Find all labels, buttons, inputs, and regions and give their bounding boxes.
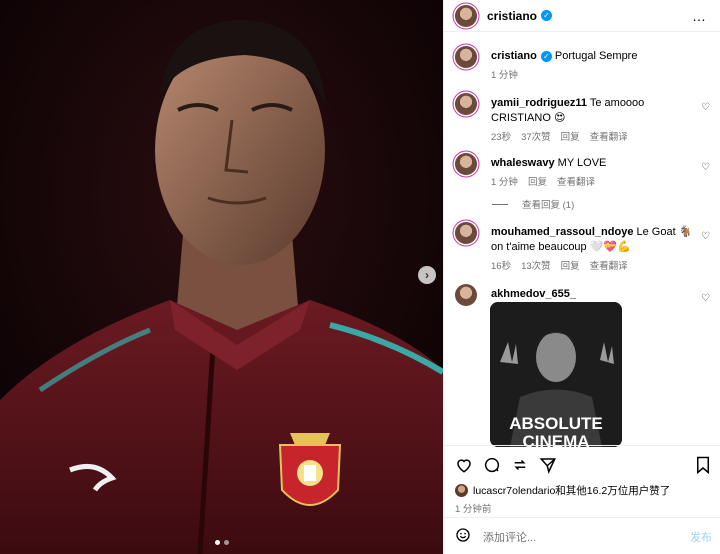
- caption-text: Portugal Sempre: [554, 50, 638, 62]
- like-comment-icon[interactable]: ♡: [701, 293, 710, 304]
- carousel-dot-active: [214, 540, 220, 545]
- more-options-icon[interactable]: …: [692, 8, 707, 24]
- comment-time: 16秒: [491, 261, 512, 272]
- bookmark-icon[interactable]: [695, 456, 711, 477]
- comment-time: 23秒: [491, 132, 512, 143]
- like-comment-icon[interactable]: ♡: [701, 102, 710, 113]
- post-media: ›: [0, 0, 443, 554]
- commenter-avatar[interactable]: [455, 284, 477, 306]
- commenter-avatar[interactable]: [455, 222, 477, 244]
- author-avatar[interactable]: [455, 4, 477, 27]
- commenter-username[interactable]: yamii_rodriguez11: [491, 97, 587, 109]
- carousel-dots: [0, 540, 443, 545]
- like-comment-icon[interactable]: ♡: [701, 162, 710, 173]
- commenter-username[interactable]: mouhamed_rassoul_ndoye: [491, 226, 633, 238]
- translate-button[interactable]: 查看翻译: [590, 259, 628, 274]
- comment-image[interactable]: ABSOLUTE CINEMA: [490, 302, 622, 447]
- post-time: 1 分钟前: [455, 504, 492, 515]
- like-icon[interactable]: [455, 456, 473, 474]
- reply-button[interactable]: 回复: [528, 175, 547, 190]
- verified-badge-icon: ✓: [541, 10, 553, 21]
- reply-button[interactable]: 回复: [561, 130, 580, 145]
- poster-text-absolute: ABSOLUTE: [509, 414, 603, 433]
- verified-badge-icon: ✓: [540, 50, 552, 62]
- author-username[interactable]: cristiano: [487, 9, 537, 23]
- post-panel: cristiano ✓ … cristiano ✓ Portugal Sempre…: [443, 0, 720, 554]
- caption-username[interactable]: cristiano: [491, 50, 537, 62]
- carousel-dot: [223, 540, 229, 545]
- like-comment-icon[interactable]: ♡: [701, 231, 710, 242]
- post-header: cristiano ✓ …: [444, 0, 720, 32]
- repost-icon[interactable]: [511, 456, 529, 474]
- translate-button[interactable]: 查看翻译: [557, 175, 595, 190]
- comment-likes[interactable]: 37次赞: [521, 130, 551, 145]
- translate-button[interactable]: 查看翻译: [590, 130, 628, 145]
- view-replies-label[interactable]: 查看回复 (1): [522, 197, 574, 211]
- divider: [492, 203, 508, 205]
- post-button[interactable]: 发布: [690, 529, 712, 545]
- view-replies[interactable]: 查看回复 (1): [492, 197, 574, 211]
- player-photo: [0, 0, 443, 554]
- emoji-icon[interactable]: [455, 527, 471, 546]
- caption-time: 1 分钟: [491, 70, 518, 81]
- commenter-username[interactable]: whaleswavy: [491, 157, 555, 169]
- next-image-button[interactable]: ›: [418, 266, 436, 284]
- commenter-avatar[interactable]: [455, 153, 477, 175]
- post-actions: lucascr7olendario和其他16.2万位用户赞了 1 分钟前 添加评…: [444, 445, 720, 554]
- likes-summary[interactable]: lucascr7olendario和其他16.2万位用户赞了: [455, 483, 670, 498]
- comment-icon[interactable]: [483, 456, 501, 474]
- liker-avatar: [455, 484, 468, 497]
- caption-avatar[interactable]: [455, 46, 477, 68]
- share-icon[interactable]: [539, 456, 557, 474]
- comment-time: 1 分钟: [491, 177, 518, 188]
- commenter-avatar[interactable]: [455, 93, 477, 115]
- add-comment-bar: 添加评论... 发布: [444, 517, 720, 554]
- reply-button[interactable]: 回复: [561, 259, 580, 274]
- absolute-cinema-image: ABSOLUTE CINEMA: [490, 302, 622, 447]
- comment-input[interactable]: 添加评论...: [483, 529, 536, 545]
- comment-text: MY LOVE: [557, 157, 607, 169]
- commenter-username[interactable]: akhmedov_655_: [491, 288, 576, 300]
- likes-text: lucascr7olendario和其他16.2万位用户赞了: [473, 485, 671, 497]
- comment-likes[interactable]: 13次赞: [521, 259, 551, 274]
